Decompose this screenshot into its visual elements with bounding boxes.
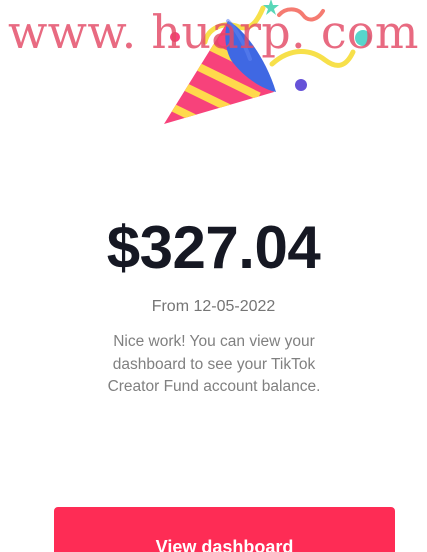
payout-amount: $327.04 <box>106 214 321 281</box>
watermark-text: www. huarp. com <box>8 5 419 59</box>
view-dashboard-button[interactable]: View dashboard <box>54 507 395 552</box>
payout-description: Nice work! You can view your dashboard t… <box>107 333 321 395</box>
payout-date: From 12-05-2022 <box>151 298 276 315</box>
payout-success-screen: www. huarp. com $327.04 From 12-05-2022 … <box>0 0 427 552</box>
